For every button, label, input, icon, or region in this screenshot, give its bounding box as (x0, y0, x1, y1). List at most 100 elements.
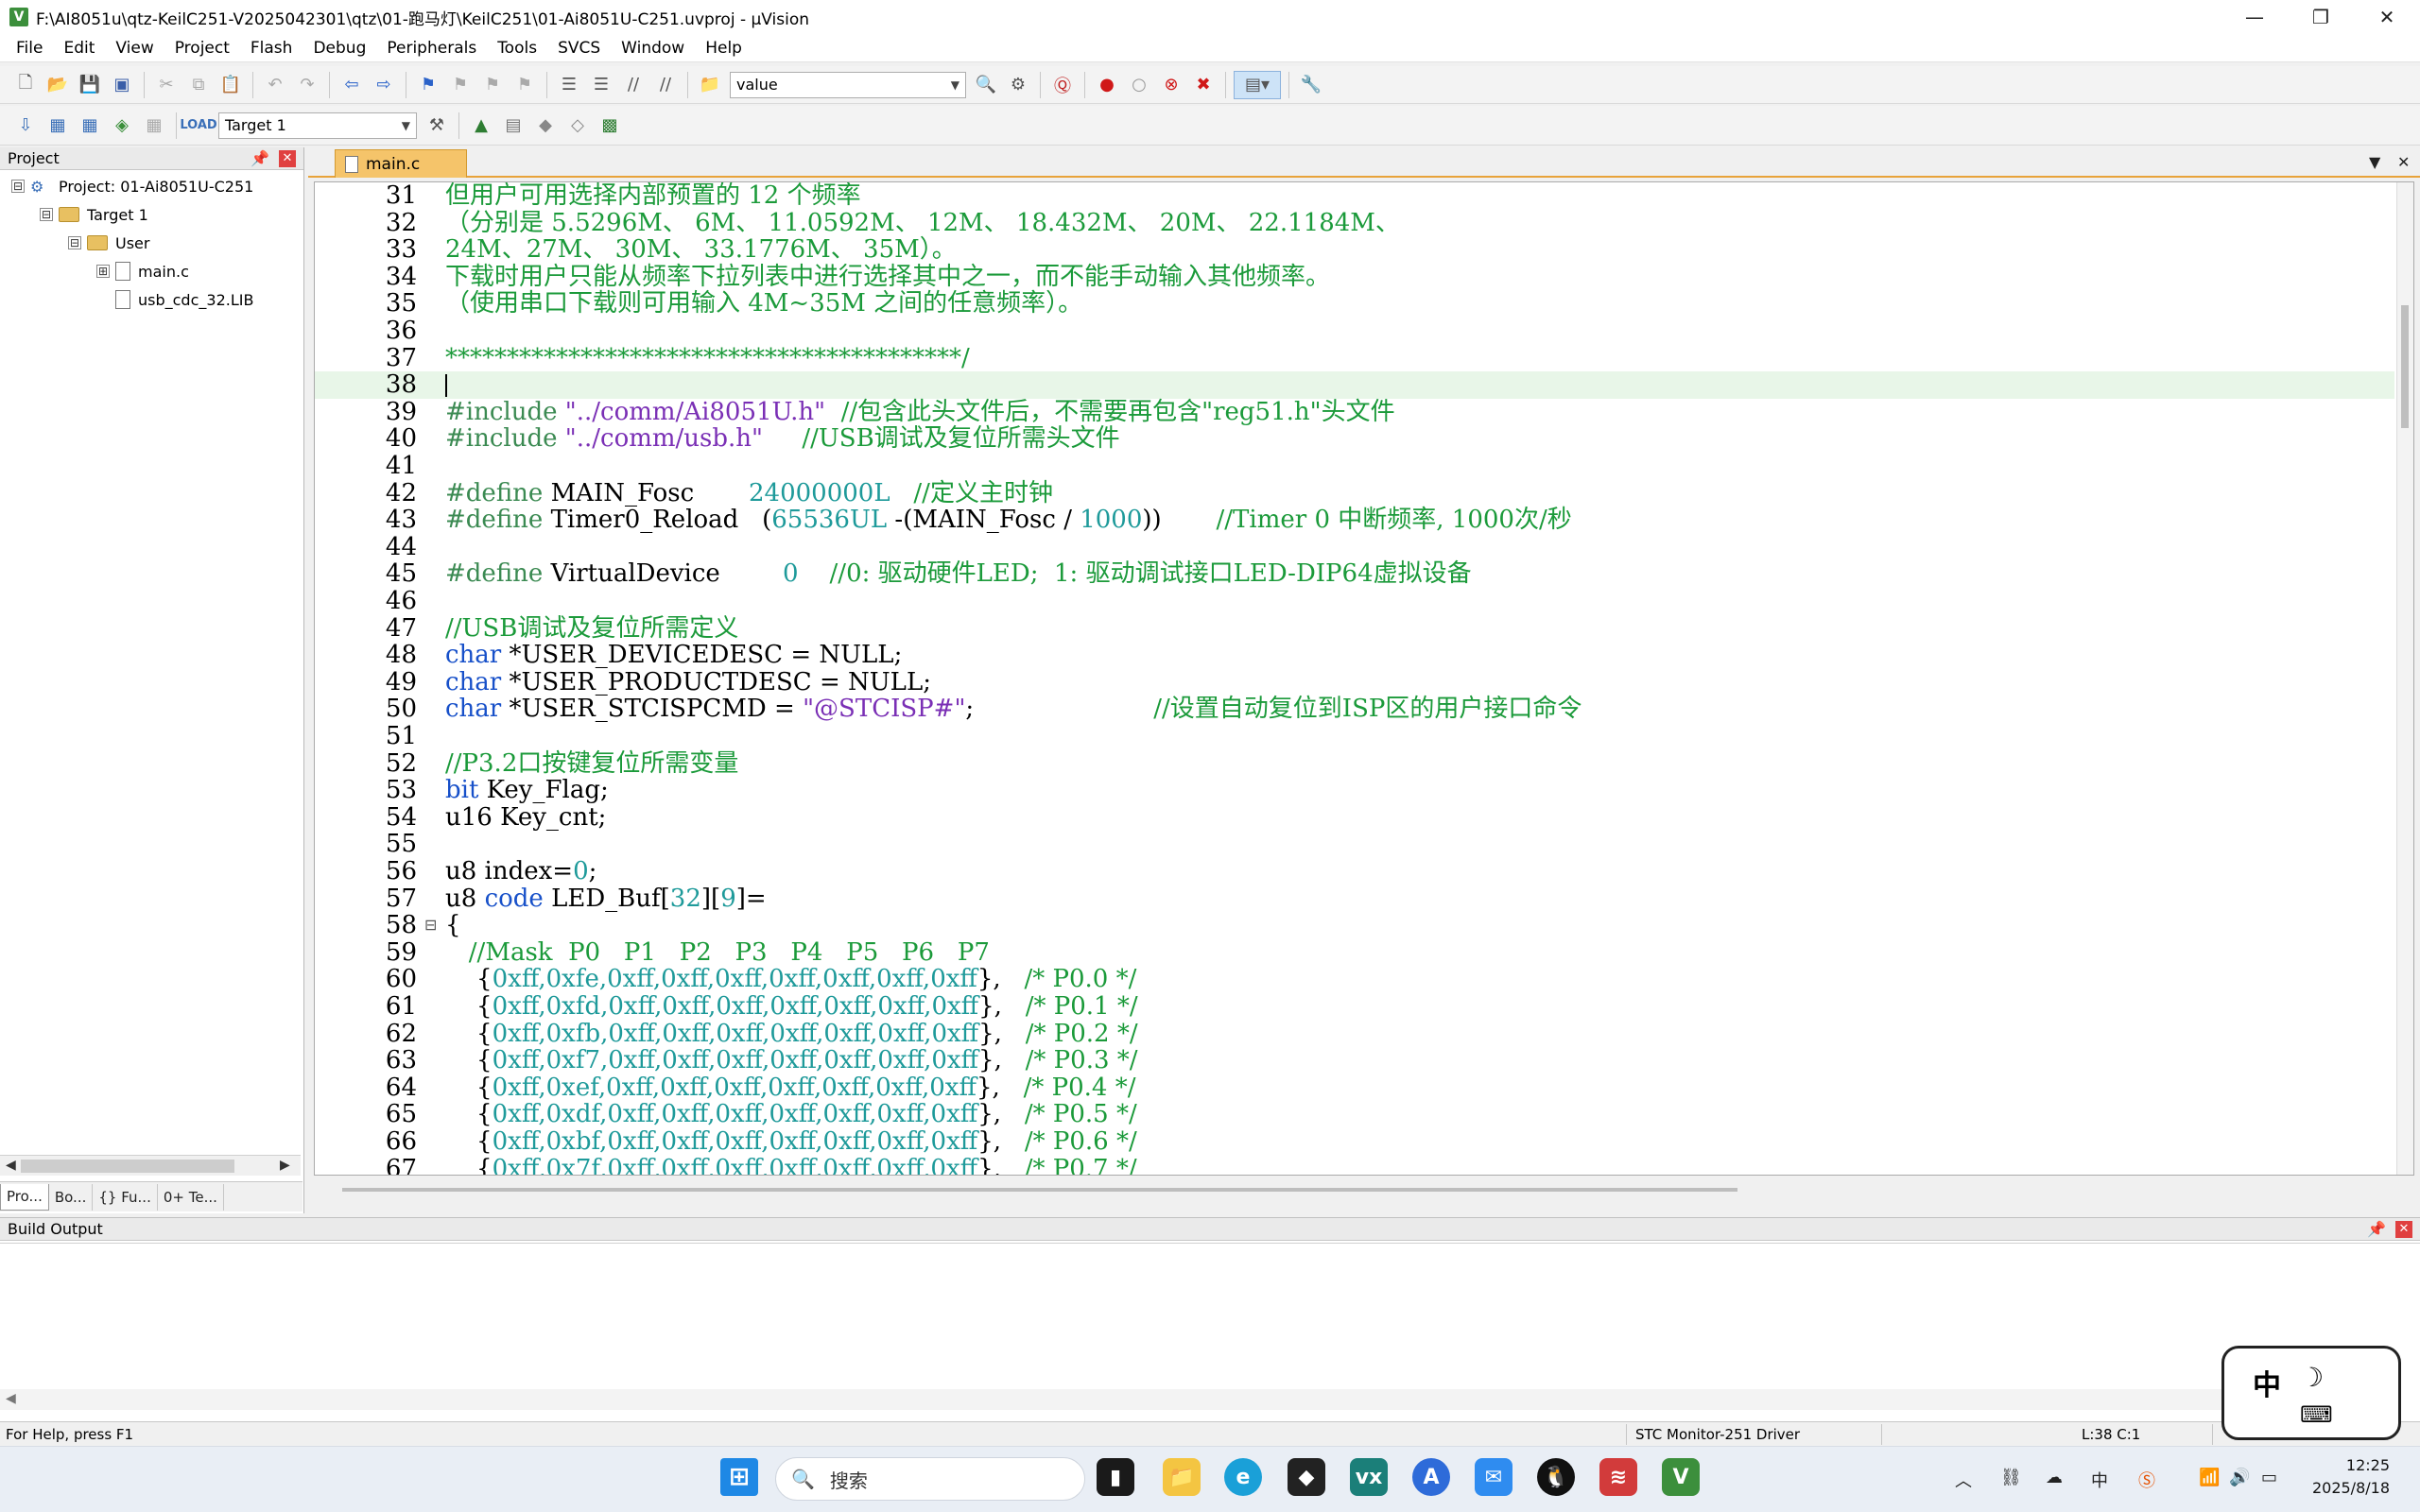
taskbar-search[interactable]: 🔍 搜索 (775, 1457, 1085, 1501)
stc-isp-icon[interactable]: ≋ (1599, 1458, 1637, 1496)
messenger-icon[interactable]: ✉ (1475, 1458, 1512, 1496)
cloud-icon[interactable]: ☁ (2046, 1468, 2063, 1487)
pack-installer-icon[interactable]: ◆ (531, 112, 560, 140)
menu-view[interactable]: View (105, 39, 164, 58)
chevron-up-icon[interactable]: ︿ (1955, 1468, 1972, 1492)
tab-main-c[interactable]: main.c (335, 149, 467, 178)
save-all-icon[interactable]: ▣ (108, 71, 136, 99)
tab-functions[interactable]: {} Fu... (93, 1183, 158, 1211)
target-combo[interactable]: Target 1 ▼ (218, 112, 417, 139)
configure-icon[interactable]: 🔧 (1297, 71, 1325, 99)
comment-icon[interactable]: // (619, 71, 648, 99)
uncomment-icon[interactable]: // (651, 71, 680, 99)
task-view-icon[interactable]: ▮ (1097, 1458, 1134, 1496)
close-pane-icon[interactable]: ✕ (279, 149, 296, 167)
close-tab-icon[interactable]: ✕ (2397, 153, 2410, 171)
rebuild-icon[interactable]: ▦ (76, 112, 104, 140)
code-line[interactable]: 56 u8 index=0; (315, 858, 2394, 885)
find-combo[interactable]: value ▼ (730, 71, 966, 98)
scroll-left-icon[interactable]: ◀ (6, 1158, 16, 1173)
find-in-files-icon[interactable]: 📁 (696, 71, 724, 99)
debug-session-icon[interactable]: Ⓠ (1048, 71, 1077, 99)
build-icon[interactable]: ▦ (43, 112, 72, 140)
code-line[interactable]: 34 下载时用户只能从频率下拉列表中进行选择其中之一，而不能手动输入其他频率。 (315, 263, 2394, 291)
scroll-thumb[interactable] (21, 1160, 234, 1173)
open-file-icon[interactable]: 📂 (43, 71, 72, 99)
start-icon[interactable]: ⊞ (720, 1458, 758, 1496)
uvision-icon[interactable]: V (1662, 1458, 1700, 1496)
code-line[interactable]: 64 {0xff,0xef,0xff,0xff,0xff,0xff,0xff,0… (315, 1074, 2394, 1102)
code-line[interactable]: 48 char *USER_DEVICEDESC = NULL; (315, 642, 2394, 669)
build-output-hscrollbar[interactable]: ◀ (0, 1389, 2401, 1410)
menu-flash[interactable]: Flash (240, 39, 303, 58)
store-icon[interactable]: A (1412, 1458, 1450, 1496)
menu-peripherals[interactable]: Peripherals (376, 39, 487, 58)
code-line[interactable]: 45 #define VirtualDevice 0 //0: 驱动硬件LED; … (315, 560, 2394, 588)
tab-project[interactable]: Pro... (0, 1183, 49, 1211)
code-line[interactable]: 50 char *USER_STCISPCMD = "@STCISP#"; //设… (315, 696, 2394, 723)
pin-icon[interactable]: 📌 (251, 149, 269, 167)
code-line[interactable]: 66 {0xff,0xbf,0xff,0xff,0xff,0xff,0xff,0… (315, 1128, 2394, 1156)
code-editor[interactable]: 31 但用户可用选择内部预置的 12 个频率 32 （分别是 5.5296M、 6M、… (314, 181, 2414, 1176)
undo-icon[interactable]: ↶ (261, 71, 289, 99)
translate-icon[interactable]: ⇩ (11, 112, 40, 140)
incremental-find-icon[interactable]: ⚙ (1004, 71, 1032, 99)
code-line[interactable]: 58 ⊟ { (315, 912, 2394, 939)
code-line[interactable]: 31 但用户可用选择内部预置的 12 个频率 (315, 182, 2394, 210)
code-line[interactable]: 38 (315, 371, 2394, 399)
disable-all-breakpoints-icon[interactable]: ⊗ (1157, 71, 1185, 99)
code-line[interactable]: 63 {0xff,0xf7,0xff,0xff,0xff,0xff,0xff,0… (315, 1047, 2394, 1074)
project-hscrollbar[interactable]: ◀ ▶ (0, 1155, 301, 1176)
fold-icon[interactable]: ⊟ (424, 912, 437, 939)
clock[interactable]: 12:25 2025/8/18 (2312, 1454, 2390, 1500)
download-icon[interactable]: LOAD (180, 112, 216, 140)
app-icon[interactable]: ◆ (1288, 1458, 1325, 1496)
breakpoint-icon[interactable]: ● (1093, 71, 1121, 99)
restore-icon[interactable]: ❐ (2288, 0, 2354, 34)
navigate-forward-icon[interactable]: ⇨ (370, 71, 398, 99)
close-icon[interactable]: ✕ (2354, 0, 2420, 34)
editor-hscrollbar[interactable] (316, 1181, 2412, 1198)
scroll-right-icon[interactable]: ▶ (280, 1158, 290, 1173)
tab-list-icon[interactable]: ▼ (2369, 153, 2380, 171)
cut-icon[interactable]: ✂ (152, 71, 181, 99)
tray-app-icon[interactable]: ⛓ (2000, 1468, 2022, 1487)
code-line[interactable]: 33 24M、27M、 30M、 33.1776M、 35M）。 (315, 236, 2394, 264)
code-line[interactable]: 46 (315, 588, 2394, 615)
copy-icon[interactable]: ⧉ (184, 71, 213, 99)
menu-edit[interactable]: Edit (53, 39, 105, 58)
tree-node-usb-lib[interactable]: usb_cdc_32.LIB (115, 287, 253, 312)
code-line[interactable]: 49 char *USER_PRODUCTDESC = NULL; (315, 668, 2394, 696)
tray-s-icon[interactable]: Ⓢ (2138, 1468, 2155, 1492)
pin-icon[interactable]: 📌 (2367, 1220, 2386, 1238)
file-explorer-icon[interactable]: 📁 (1163, 1458, 1201, 1496)
code-line[interactable]: 40 #include "../comm/usb.h" //USB调试及复位所需头… (315, 425, 2394, 453)
prev-bookmark-icon[interactable]: ⚑ (446, 71, 475, 99)
battery-icon[interactable]: ▭ (2261, 1468, 2277, 1487)
code-line[interactable]: 55 (315, 831, 2394, 858)
volume-icon[interactable]: 🔊 (2229, 1468, 2250, 1487)
collapse-icon[interactable]: ⊟ (11, 180, 25, 193)
code-line[interactable]: 65 {0xff,0xdf,0xff,0xff,0xff,0xff,0xff,0… (315, 1101, 2394, 1128)
kill-all-breakpoints-icon[interactable]: ✖ (1189, 71, 1218, 99)
new-file-icon[interactable]: 🗋 (11, 71, 40, 99)
clear-bookmarks-icon[interactable]: ⚑ (510, 71, 539, 99)
code-line[interactable]: 61 {0xff,0xfd,0xff,0xff,0xff,0xff,0xff,0… (315, 993, 2394, 1021)
menu-window[interactable]: Window (611, 39, 695, 58)
menu-tools[interactable]: Tools (487, 39, 547, 58)
navigate-back-icon[interactable]: ⇦ (337, 71, 366, 99)
code-line[interactable]: 67 {0xff,0x7f,0xff,0xff,0xff,0xff,0xff,0… (315, 1155, 2394, 1175)
code-line[interactable]: 43 #define Timer0_Reload (65536UL -(MAIN_… (315, 507, 2394, 534)
chevron-down-icon[interactable]: ▼ (951, 78, 959, 92)
scroll-thumb[interactable] (342, 1188, 1737, 1192)
collapse-icon[interactable]: ⊟ (40, 208, 53, 221)
editor-vscrollbar[interactable] (2396, 182, 2413, 1175)
stc-isp-icon[interactable]: ▩ (596, 112, 624, 140)
code-line[interactable]: 44 (315, 534, 2394, 561)
bookmark-icon[interactable]: ⚑ (414, 71, 442, 99)
menu-project[interactable]: Project (164, 39, 240, 58)
code-line[interactable]: 36 (315, 318, 2394, 345)
qq-icon[interactable]: 🐧 (1537, 1458, 1575, 1496)
tree-node-project[interactable]: ⊟ ⚙ Project: 01-Ai8051U-C251 (11, 174, 253, 198)
vs-icon[interactable]: vx (1350, 1458, 1388, 1496)
